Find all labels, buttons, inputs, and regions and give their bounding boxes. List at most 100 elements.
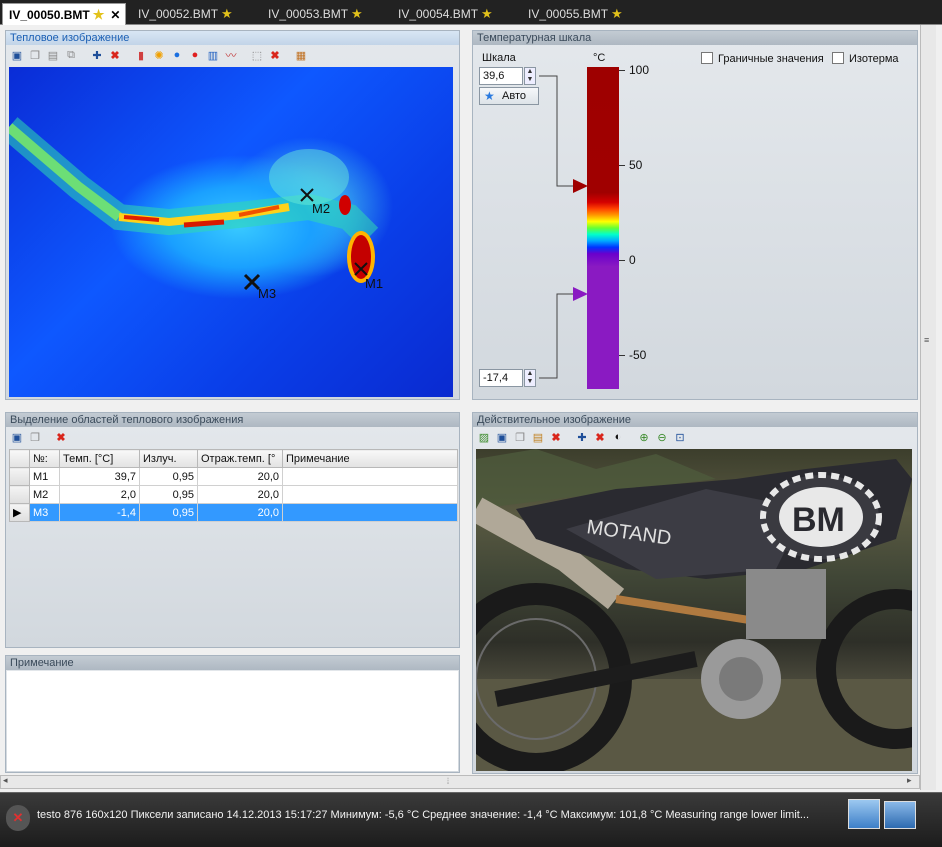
cell-emissivity[interactable]: 0,95 — [139, 467, 198, 486]
row-selector[interactable] — [9, 467, 30, 486]
zoom-fit-icon[interactable]: ⊡ — [672, 429, 688, 445]
tab-iv-00054[interactable]: IV_00054.BMT ★ — [392, 3, 493, 25]
status-bar: ✕ testo 876 160x120 Пиксели записано 14.… — [0, 792, 942, 847]
limit-values-checkbox[interactable] — [701, 52, 713, 64]
zoom-in-icon[interactable]: ⊕ — [636, 429, 652, 445]
histogram-icon[interactable]: ▥ — [205, 47, 221, 63]
document-tab-strip: IV_00050.BMT ★ ✕ IV_00052.BMT ★ IV_00053.BM… — [0, 0, 942, 25]
cell-reflected[interactable]: 20,0 — [197, 503, 283, 522]
thermal-image[interactable]: M1 M2 M3 — [9, 67, 453, 397]
favorite-star-icon[interactable]: ★ — [93, 7, 105, 22]
favorite-star-icon[interactable]: ★ — [611, 6, 623, 21]
tab-label: IV_00054.BMT — [398, 7, 479, 21]
marker-m3-cross[interactable] — [243, 273, 261, 291]
save-icon[interactable]: ▣ — [494, 429, 510, 445]
favorite-star-icon[interactable]: ★ — [221, 6, 233, 21]
note-panel: Примечание — [5, 655, 460, 773]
table-row[interactable]: M2 2,0 0,95 20,0 — [9, 485, 458, 504]
motorcycle-photo: BM MOTAND — [476, 449, 912, 771]
cell-reflected[interactable]: 20,0 — [197, 467, 283, 486]
lower-limit-handle[interactable] — [573, 287, 588, 301]
status-text: testo 876 160x120 Пиксели записано 14.12… — [37, 809, 810, 821]
tab-label: IV_00055.BMT — [528, 7, 609, 21]
scroll-left-icon[interactable]: ◂ — [3, 775, 8, 786]
cell-note[interactable] — [282, 467, 458, 486]
close-tab-icon[interactable]: ✕ — [110, 8, 120, 22]
limit-values-label: Граничные значения — [718, 53, 824, 65]
cold-spot-icon[interactable]: ● — [169, 47, 185, 63]
scroll-right-icon[interactable]: ▸ — [907, 775, 912, 786]
hot-point-icon[interactable]: ● — [187, 47, 203, 63]
remove-marker-icon[interactable]: ✖ — [107, 47, 123, 63]
grid-icon[interactable]: ▦ — [293, 47, 309, 63]
paste-icon[interactable]: ▤ — [530, 429, 546, 445]
panel-title: Тепловое изображение — [6, 31, 459, 45]
scroll-grip-icon[interactable]: ⦙ — [447, 776, 449, 787]
scroll-grip-icon[interactable]: ≡ — [924, 335, 929, 345]
resize-icon[interactable]: ⧉ — [63, 47, 79, 63]
table-row-selected[interactable]: ▶ M3 -1,4 0,95 20,0 — [9, 503, 458, 522]
copy-icon[interactable]: ❐ — [27, 429, 43, 445]
remove-marker-icon[interactable]: ✖ — [592, 429, 608, 445]
limit-values-checkbox-row[interactable]: Граничные значения — [701, 52, 824, 65]
visual-toolbar: ▨ ▣ ❐ ▤ ✖ ✚ ✖ ◐ ⊕ ⊖ ⊡ — [473, 427, 917, 447]
cell-note[interactable] — [282, 503, 458, 522]
panel-title: Действительное изображение — [473, 413, 917, 427]
hot-spot-icon[interactable]: ✺ — [151, 47, 167, 63]
window-layout-icon[interactable] — [848, 799, 880, 829]
marker-m2-label: M2 — [312, 201, 331, 216]
copy-icon[interactable]: ❐ — [27, 47, 43, 63]
areas-table: №: Темп. [°C] Излуч. Отраж.темп. [° Прим… — [9, 449, 458, 522]
cell-emissivity[interactable]: 0,95 — [139, 485, 198, 504]
column-header[interactable]: №: — [29, 449, 60, 468]
column-header[interactable]: Примечание — [282, 449, 458, 468]
delete-icon[interactable]: ✖ — [267, 47, 283, 63]
isotherm-checkbox[interactable] — [832, 52, 844, 64]
visual-photo[interactable]: BM MOTAND — [476, 449, 912, 771]
tick-label: 0 — [629, 253, 636, 267]
column-header[interactable]: Отраж.темп. [° — [197, 449, 283, 468]
cell-temp: -1,4 — [59, 503, 140, 522]
tick-label: 100 — [629, 63, 650, 77]
cascade-windows-icon[interactable] — [884, 801, 916, 829]
tick-label: -50 — [629, 348, 647, 362]
favorite-star-icon[interactable]: ★ — [481, 6, 493, 21]
tab-iv-00053[interactable]: IV_00053.BMT ★ — [262, 3, 363, 25]
marker-m3-label: M3 — [258, 286, 277, 301]
add-marker-icon[interactable]: ✚ — [574, 429, 590, 445]
vertical-scrollbar[interactable]: ≡ — [920, 25, 936, 790]
visual-image-panel: Действительное изображение ▨ ▣ ❐ ▤ ✖ ✚ ✖… — [472, 412, 918, 774]
copy-icon[interactable]: ❐ — [512, 429, 528, 445]
cell-emissivity[interactable]: 0,95 — [139, 503, 198, 522]
cell-note[interactable] — [282, 485, 458, 504]
save-icon[interactable]: ▣ — [9, 429, 25, 445]
horizontal-scrollbar[interactable]: ◂ ⦙ ▸ — [0, 775, 920, 789]
thermal-toolbar: ▣ ❐ ▤ ⧉ ✚ ✖ ▮ ✺ ● ● ▥ 〰 ⬚ ✖ ▦ — [6, 45, 459, 65]
delete-icon[interactable]: ✖ — [53, 429, 69, 445]
row-selector[interactable]: ▶ — [9, 503, 30, 522]
paste-icon[interactable]: ▤ — [45, 47, 61, 63]
table-row[interactable]: M1 39,7 0,95 20,0 — [9, 467, 458, 486]
thermometer-icon[interactable]: ▮ — [133, 47, 149, 63]
tab-iv-00055[interactable]: IV_00055.BMT ★ — [522, 3, 623, 25]
select-area-icon[interactable]: ⬚ — [249, 47, 265, 63]
contrast-icon[interactable]: ◐ — [610, 429, 626, 445]
isotherm-checkbox-row[interactable]: Изотерма — [832, 52, 899, 65]
save-icon[interactable]: ▣ — [9, 47, 25, 63]
temperature-scale-panel: Температурная шкала Шкала °C 39,6 ▲ ▼ ★ А… — [472, 30, 918, 400]
tab-iv-00052[interactable]: IV_00052.BMT ★ — [132, 3, 233, 25]
add-marker-icon[interactable]: ✚ — [89, 47, 105, 63]
favorite-star-icon[interactable]: ★ — [351, 6, 363, 21]
tab-label: IV_00050.BMT — [9, 8, 90, 22]
profile-icon[interactable]: 〰 — [223, 47, 239, 63]
delete-icon[interactable]: ✖ — [548, 429, 564, 445]
upper-limit-handle[interactable] — [573, 179, 588, 193]
column-header[interactable]: Излуч. — [139, 449, 198, 468]
tab-iv-00050[interactable]: IV_00050.BMT ★ ✕ — [2, 3, 126, 25]
column-header[interactable]: Темп. [°C] — [59, 449, 140, 468]
zoom-out-icon[interactable]: ⊖ — [654, 429, 670, 445]
open-image-icon[interactable]: ▨ — [476, 429, 492, 445]
note-textarea[interactable] — [7, 671, 458, 771]
row-selector[interactable] — [9, 485, 30, 504]
cell-reflected[interactable]: 20,0 — [197, 485, 283, 504]
